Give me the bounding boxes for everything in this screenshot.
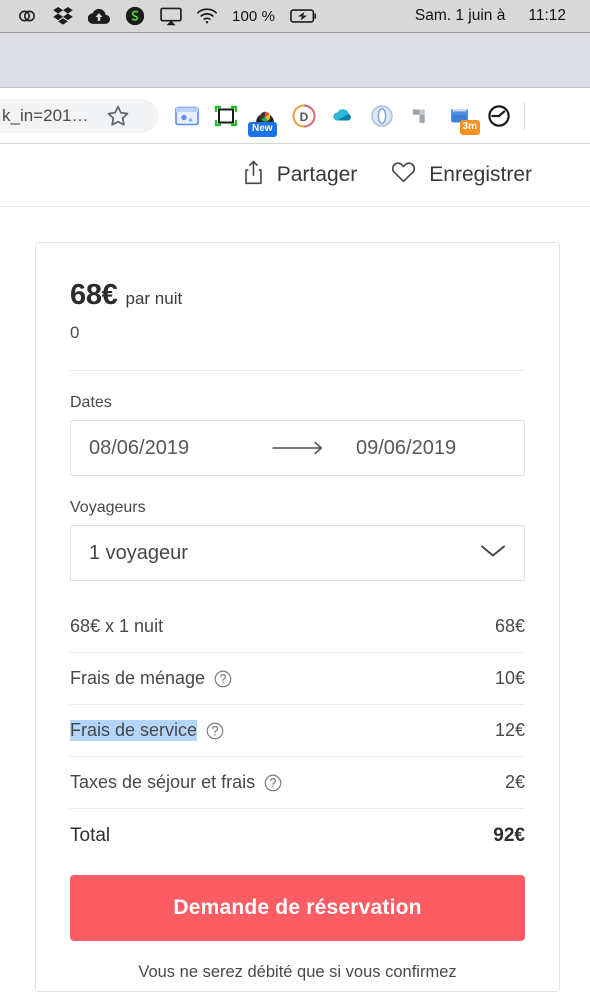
dates-field-group: Dates 08/06/2019 09/06/2019 [70, 394, 525, 476]
request-booking-button[interactable]: Demande de réservation [70, 875, 525, 941]
cloud-extension-icon[interactable] [330, 103, 356, 129]
help-circle-icon[interactable] [264, 774, 282, 792]
battery-percent-label: 100 % [232, 7, 276, 25]
breakdown-label: Frais de ménage [70, 668, 232, 689]
breakdown-amount: 10€ [494, 668, 525, 688]
green-s-icon[interactable] [124, 5, 146, 27]
browser-tab-strip[interactable] [0, 33, 590, 88]
guests-label: Voyageurs [70, 499, 146, 516]
save-label: Enregistrer [429, 163, 532, 186]
screenshot-crop-extension-icon[interactable] [213, 103, 239, 129]
guests-select[interactable]: 1 voyageur [70, 525, 525, 581]
extension-icon-row: New D 3m [174, 103, 512, 137]
help-circle-icon[interactable] [214, 670, 232, 688]
share-button[interactable]: Partager [243, 160, 358, 190]
total-row: Total 92€ [70, 809, 525, 863]
breakdown-label-text: Frais de service [70, 720, 198, 741]
browser-toolbar: k_in=201… New D 3m [0, 88, 590, 144]
macos-menu-bar: 100 % Sam. 1 juin à 11:12 [0, 0, 590, 33]
review-count: 0 [70, 323, 80, 342]
breakdown-amount: 12€ [494, 720, 525, 740]
breakdown-label-text: Taxes de séjour et frais [70, 772, 256, 792]
address-bar[interactable]: k_in=201… [0, 98, 158, 133]
guests-field-group: Voyageurs 1 voyageur [70, 499, 525, 581]
total-label: Total [70, 825, 111, 846]
checkout-date[interactable]: 09/06/2019 [356, 437, 506, 460]
share-upload-icon [243, 160, 264, 190]
dropbox-icon[interactable] [52, 5, 74, 27]
menubar-clock: 11:12 [528, 7, 566, 24]
divider [70, 370, 525, 371]
dates-label: Dates [70, 394, 112, 411]
breakdown-label: Frais de service [70, 720, 224, 741]
airplay-icon[interactable] [160, 5, 182, 27]
price-header: 68€ par nuit [70, 279, 525, 312]
booking-card: 68€ par nuit 0 Dates 08/06/2019 09/06/20… [35, 242, 560, 992]
arrow-right-icon [239, 440, 356, 456]
table-row: Frais de service 12€ [70, 705, 525, 757]
help-circle-icon[interactable] [206, 722, 224, 740]
cloud-upload-icon[interactable] [88, 5, 110, 27]
star-icon[interactable] [106, 104, 130, 128]
extension-badge: New [248, 122, 277, 137]
address-bar-text: k_in=201… [2, 105, 89, 125]
breakdown-label-text: Frais de ménage [70, 668, 206, 688]
breakdown-amount: 68€ [494, 616, 525, 636]
breakdown-label: Taxes de séjour et frais [70, 772, 282, 793]
menubar-date: Sam. 1 juin à [414, 7, 506, 24]
total-amount: 92€ [493, 825, 525, 846]
chevron-down-icon [480, 543, 506, 564]
price-amount: 68€ [70, 279, 118, 311]
checkin-date[interactable]: 08/06/2019 [89, 437, 239, 460]
battery-charging-icon[interactable] [289, 5, 319, 27]
price-breakdown-list: 68€ x 1 nuit 68€ Frais de ménage 10€ Fra… [70, 601, 525, 863]
toolbar-divider [524, 102, 525, 129]
save-button[interactable]: Enregistrer [391, 161, 532, 189]
breakdown-label: 68€ x 1 nuit [70, 616, 163, 637]
heart-icon [391, 161, 416, 189]
share-label: Partager [276, 163, 358, 186]
table-row: Frais de ménage 10€ [70, 653, 525, 705]
creative-cloud-icon[interactable] [16, 5, 38, 27]
price-unit: par nuit [125, 289, 183, 308]
extension-badge: 3m [459, 120, 480, 135]
colorzilla-extension-icon[interactable]: New [248, 103, 278, 137]
guests-value: 1 voyageur [89, 541, 188, 564]
timer-extension-icon[interactable] [486, 103, 512, 129]
listing-action-bar: Partager Enregistrer [0, 144, 590, 207]
svg-text:D: D [300, 110, 309, 124]
dates-input[interactable]: 08/06/2019 09/06/2019 [70, 420, 525, 476]
pocket-extension-icon[interactable]: 3m [447, 103, 480, 135]
ghostery-extension-icon[interactable] [369, 103, 395, 129]
table-row: 68€ x 1 nuit 68€ [70, 601, 525, 653]
breakdown-amount: 2€ [504, 772, 525, 792]
duckduckgo-extension-icon[interactable]: D [291, 103, 317, 129]
table-row: Taxes de séjour et frais 2€ [70, 757, 525, 809]
wifi-icon[interactable] [196, 5, 218, 27]
breakdown-label-text: 68€ x 1 nuit [70, 616, 164, 636]
page-content: Partager Enregistrer 68€ par nuit 0 Date… [0, 144, 590, 999]
booking-disclaimer: Vous ne serez débité que si vous confirm… [138, 963, 457, 981]
window-settings-extension-icon[interactable] [174, 103, 200, 129]
pushbullet-extension-icon[interactable] [408, 103, 434, 129]
